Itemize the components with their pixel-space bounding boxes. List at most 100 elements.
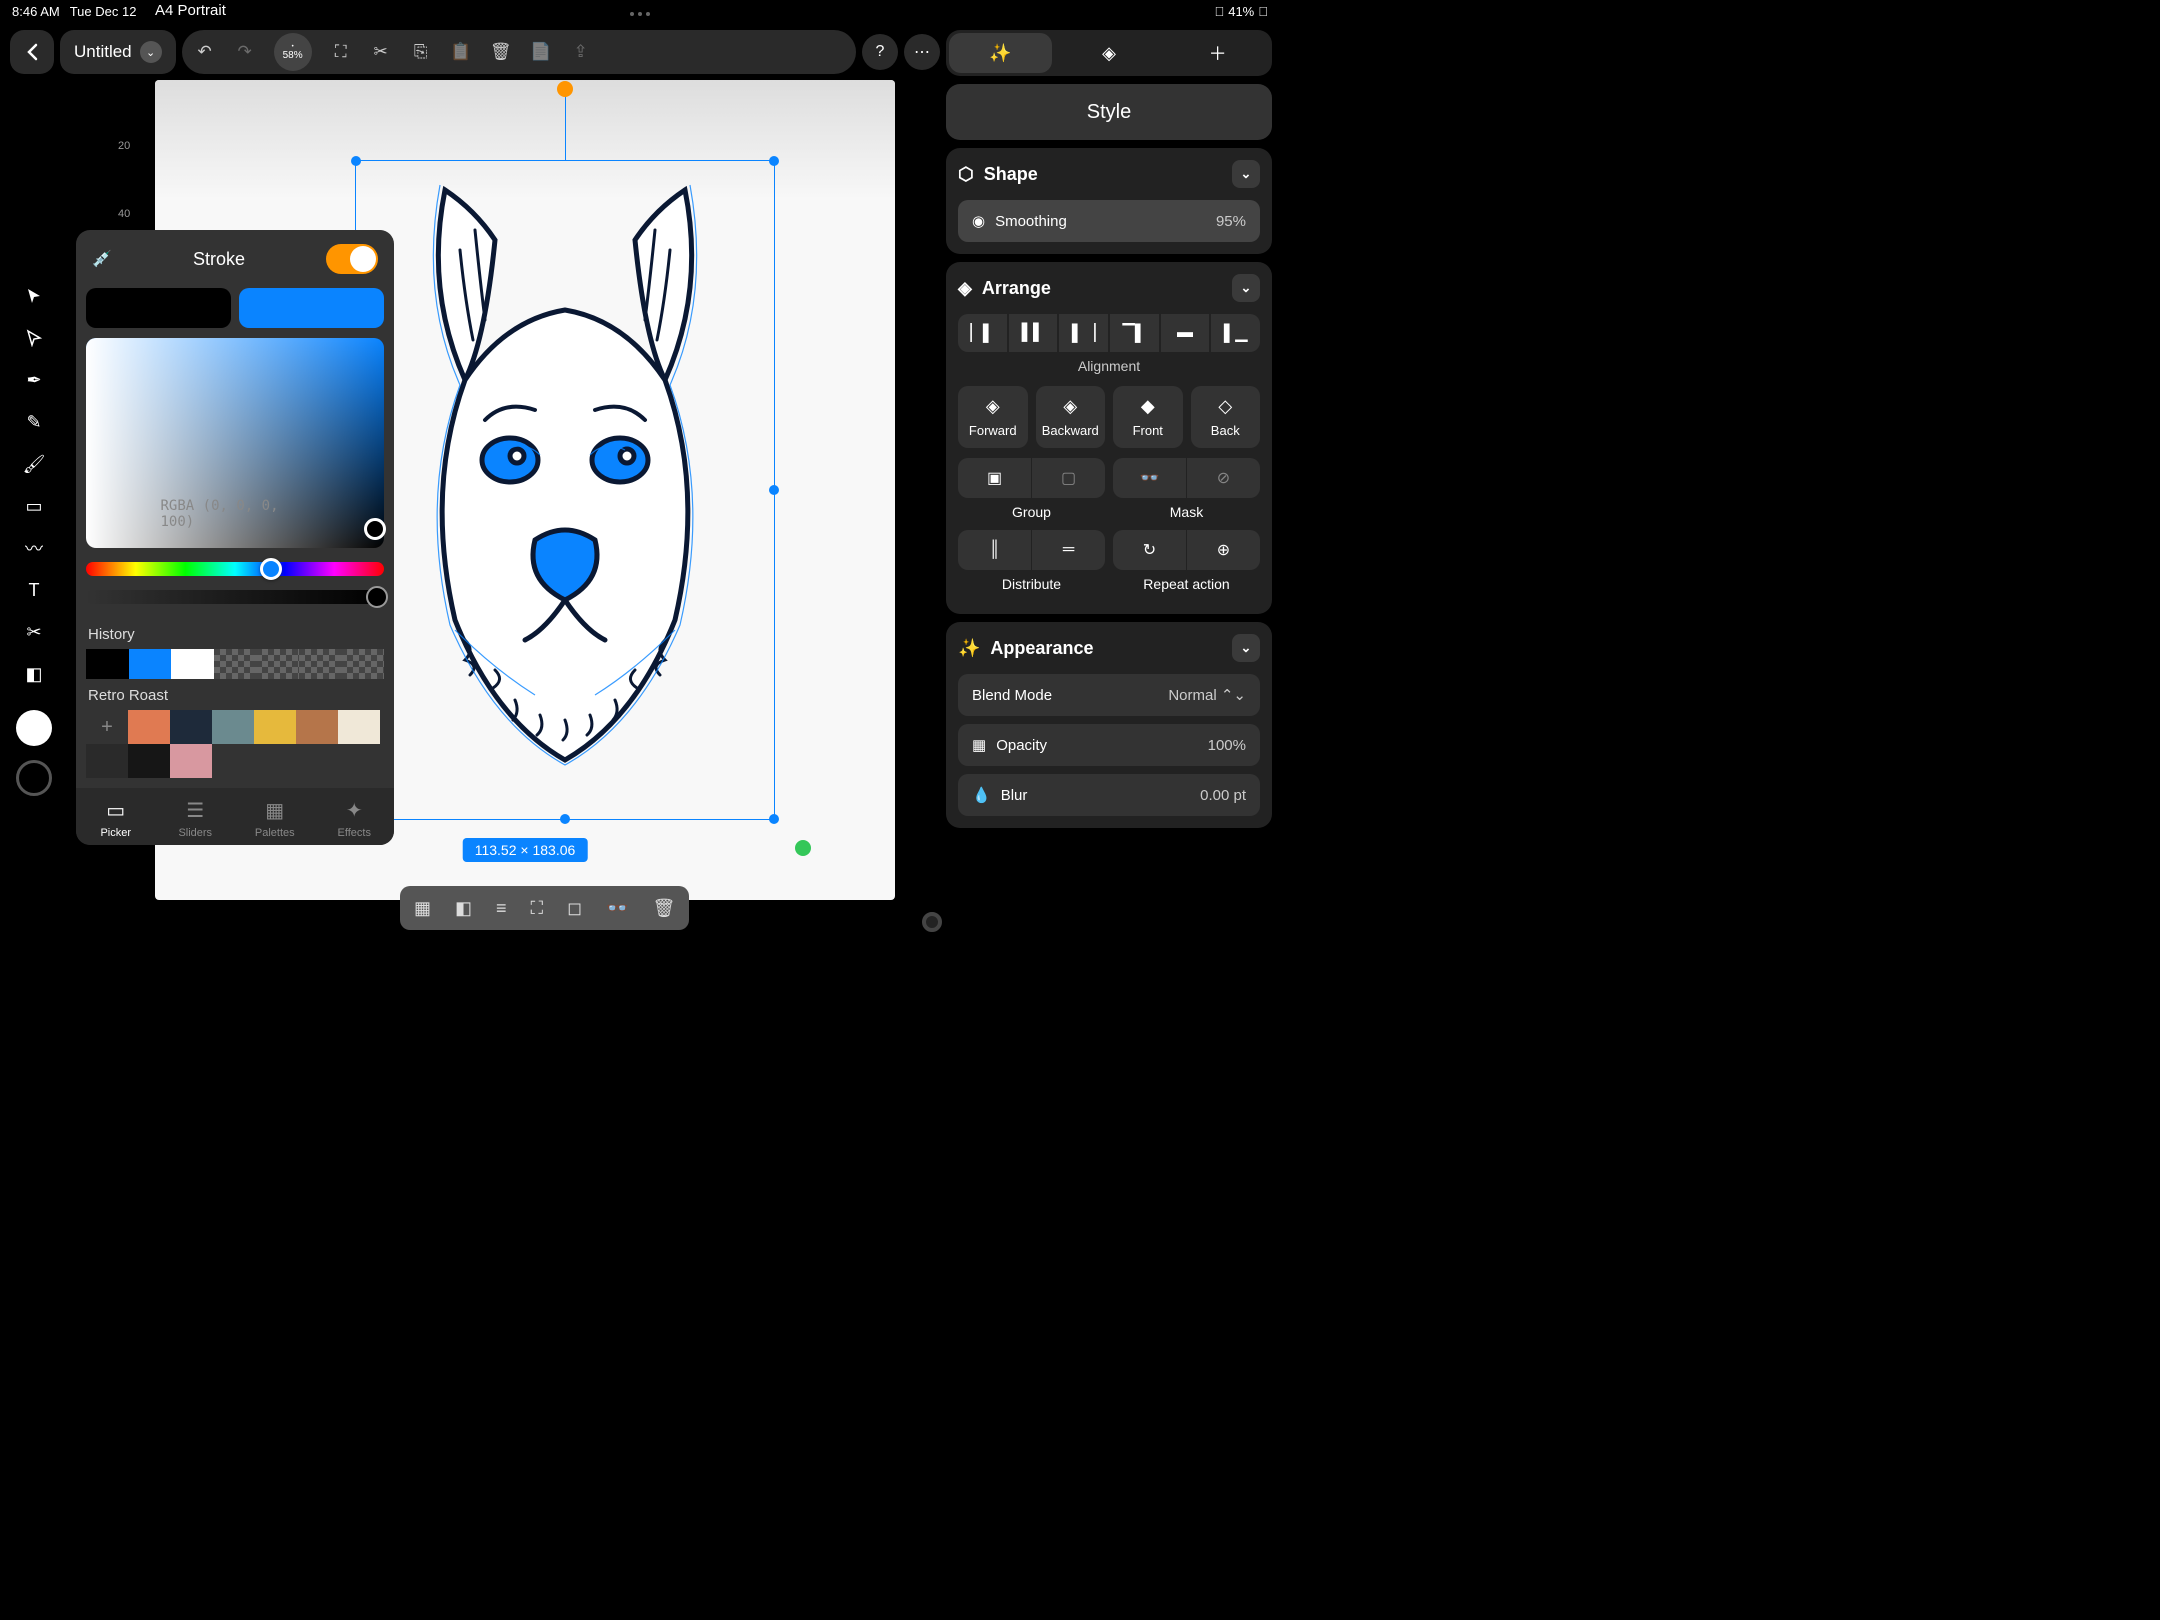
chevron-down-icon[interactable]: ⌄ bbox=[1232, 274, 1260, 302]
color-field-cursor[interactable] bbox=[364, 518, 386, 540]
selection-bounds[interactable] bbox=[355, 160, 775, 820]
tab-style-icon[interactable]: ✨ bbox=[949, 33, 1052, 73]
color-history bbox=[76, 649, 394, 679]
pointer-tool-icon[interactable] bbox=[18, 280, 50, 312]
opacity-row[interactable]: ▦ Opacity 100% bbox=[958, 724, 1260, 766]
resize-handle-mb[interactable] bbox=[560, 814, 570, 824]
trash-icon[interactable]: 🗑 bbox=[653, 898, 676, 919]
resize-handle-tr[interactable] bbox=[769, 156, 779, 166]
mask-button[interactable]: 👓 bbox=[1113, 458, 1187, 498]
front-button[interactable]: ◆Front bbox=[1113, 386, 1183, 448]
resize-handle-tl[interactable] bbox=[351, 156, 361, 166]
help-button[interactable]: ? bbox=[862, 34, 898, 70]
history-swatch[interactable] bbox=[129, 649, 172, 679]
add-swatch-button[interactable]: + bbox=[86, 710, 128, 744]
group-button[interactable]: ▣ bbox=[958, 458, 1032, 498]
fit-icon[interactable]: ⛶ bbox=[531, 898, 544, 919]
history-swatch[interactable] bbox=[86, 649, 129, 679]
duplicate-icon[interactable]: ◻ bbox=[567, 898, 582, 919]
distribute-v-button[interactable]: ═ bbox=[1032, 530, 1105, 570]
brush-tool-icon[interactable]: 🖌 bbox=[18, 448, 50, 480]
rotation-handle[interactable] bbox=[557, 81, 573, 97]
align-top-button[interactable]: ▔▌ bbox=[1110, 314, 1159, 352]
eraser-tool-icon[interactable]: ◧ bbox=[18, 658, 50, 690]
align-center-v-button[interactable]: ▬ bbox=[1161, 314, 1210, 352]
stroke-color-swatch[interactable] bbox=[16, 760, 52, 796]
align-left-button[interactable]: ▏▌ bbox=[958, 314, 1007, 352]
opacity-icon[interactable]: ▦ bbox=[414, 898, 431, 919]
smoothing-row[interactable]: ◉ Smoothing 95% bbox=[958, 200, 1260, 242]
palette-swatch[interactable] bbox=[128, 744, 170, 778]
palette-swatch[interactable] bbox=[212, 710, 254, 744]
distribute-h-button[interactable]: ║ bbox=[958, 530, 1032, 570]
ungroup-button[interactable]: ▢ bbox=[1032, 458, 1105, 498]
zoom-indicator[interactable]: • 58% bbox=[274, 33, 312, 71]
delete-icon[interactable]: 🗑 bbox=[490, 41, 512, 63]
palette-swatch[interactable] bbox=[170, 744, 212, 778]
eyedropper-icon[interactable]: 💉 bbox=[92, 249, 112, 269]
palette-swatch[interactable] bbox=[254, 710, 296, 744]
pen-tool-icon[interactable]: ✒ bbox=[18, 364, 50, 396]
tab-add-icon[interactable]: ＋ bbox=[1166, 33, 1269, 73]
history-swatch[interactable] bbox=[299, 649, 342, 679]
resize-handle-mr[interactable] bbox=[769, 485, 779, 495]
chevron-down-icon[interactable]: ⌄ bbox=[1232, 634, 1260, 662]
palette-swatch[interactable] bbox=[296, 710, 338, 744]
palette-swatch[interactable] bbox=[86, 744, 128, 778]
palette-swatch[interactable] bbox=[170, 710, 212, 744]
shape-title: Shape bbox=[984, 164, 1038, 185]
pencil-tool-icon[interactable]: ✎ bbox=[18, 406, 50, 438]
stroke-enabled-toggle[interactable] bbox=[326, 244, 378, 274]
text-tool-icon[interactable]: T bbox=[18, 574, 50, 606]
fill-swatch[interactable] bbox=[86, 288, 231, 328]
back-button[interactable] bbox=[10, 30, 54, 74]
resize-handle-br[interactable] bbox=[769, 814, 779, 824]
history-swatch[interactable] bbox=[171, 649, 214, 679]
copy-icon[interactable]: ⎘ bbox=[410, 41, 432, 63]
repeat-button[interactable]: ↻ bbox=[1113, 530, 1187, 570]
fill-color-swatch[interactable] bbox=[16, 710, 52, 746]
undo-button[interactable]: ↶ bbox=[194, 41, 216, 63]
backward-button[interactable]: ◈Backward bbox=[1036, 386, 1106, 448]
shape-tool-icon[interactable]: ▭ bbox=[18, 490, 50, 522]
palette-swatch[interactable] bbox=[338, 710, 380, 744]
stroke-swatch[interactable] bbox=[239, 288, 384, 328]
history-swatch[interactable] bbox=[214, 649, 257, 679]
alpha-slider[interactable] bbox=[86, 590, 384, 604]
document-title[interactable]: Untitled ⌄ bbox=[60, 30, 176, 74]
cut-icon[interactable]: ✂ bbox=[370, 41, 392, 63]
transform-origin-handle[interactable] bbox=[795, 840, 811, 856]
back-button[interactable]: ◇Back bbox=[1191, 386, 1261, 448]
repeat-add-button[interactable]: ⊕ bbox=[1187, 530, 1260, 570]
freeform-tool-icon[interactable]: 〰 bbox=[18, 532, 50, 564]
align-center-h-button[interactable]: ▌▌ bbox=[1009, 314, 1058, 352]
blend-mode-row[interactable]: Blend Mode Normal ⌃⌄ bbox=[958, 674, 1260, 716]
tab-picker[interactable]: ▭Picker bbox=[76, 798, 156, 839]
more-button[interactable]: ⋯ bbox=[904, 34, 940, 70]
flip-h-icon[interactable]: ◧ bbox=[455, 898, 472, 919]
tab-sliders[interactable]: ☰Sliders bbox=[156, 798, 236, 839]
blur-row[interactable]: 💧 Blur 0.00 pt bbox=[958, 774, 1260, 816]
tab-effects[interactable]: ✦Effects bbox=[315, 798, 395, 839]
color-field[interactable]: RGBA (0, 0, 0, 100) bbox=[86, 338, 384, 548]
panel-drag-handle[interactable] bbox=[922, 912, 942, 932]
tab-palettes[interactable]: ▦Palettes bbox=[235, 798, 315, 839]
forward-button[interactable]: ◈Forward bbox=[958, 386, 1028, 448]
multitask-dots[interactable] bbox=[630, 12, 650, 16]
history-swatch[interactable] bbox=[256, 649, 299, 679]
alpha-thumb[interactable] bbox=[366, 586, 388, 608]
tab-layers-icon[interactable]: ◈ bbox=[1058, 33, 1161, 73]
align-bottom-button[interactable]: ▌▁ bbox=[1211, 314, 1260, 352]
align-right-button[interactable]: ▌▕ bbox=[1059, 314, 1108, 352]
chevron-down-icon[interactable]: ⌄ bbox=[1232, 160, 1260, 188]
hue-slider[interactable] bbox=[86, 562, 384, 576]
node-tool-icon[interactable] bbox=[18, 322, 50, 354]
unmask-button[interactable]: ⊘ bbox=[1187, 458, 1260, 498]
mask-icon[interactable]: 👓 bbox=[606, 898, 628, 919]
select-tool-icon[interactable]: ⛶ bbox=[330, 41, 352, 63]
palette-swatch[interactable] bbox=[128, 710, 170, 744]
align-icon[interactable]: ≡ bbox=[496, 898, 507, 919]
hue-thumb[interactable] bbox=[260, 558, 282, 580]
slice-tool-icon[interactable]: ✂ bbox=[18, 616, 50, 648]
history-swatch[interactable] bbox=[341, 649, 384, 679]
